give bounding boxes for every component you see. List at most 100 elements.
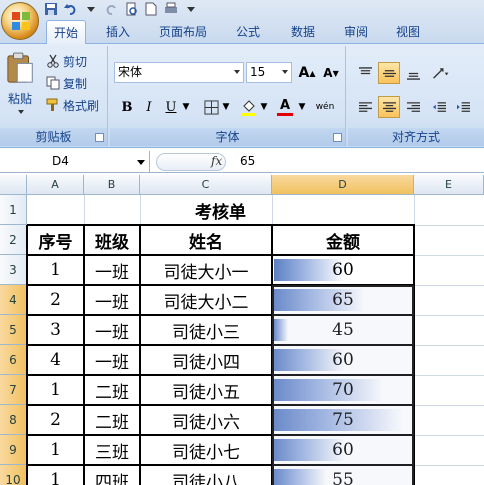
table-cell-name[interactable]: 司徒大小二 <box>140 285 272 315</box>
clipboard-launcher-icon[interactable] <box>95 133 104 142</box>
italic-button[interactable]: I <box>138 96 160 118</box>
undo-dropdown-icon[interactable] <box>84 2 98 16</box>
paste-button[interactable]: 粘贴 <box>4 50 40 122</box>
font-color-swatch <box>277 112 293 116</box>
font-launcher-icon[interactable] <box>333 133 342 142</box>
table-cell-no[interactable]: 1 <box>27 465 84 485</box>
row-header-3[interactable]: 3 <box>0 255 27 285</box>
decrease-indent-button[interactable] <box>428 96 450 118</box>
undo-icon[interactable] <box>64 2 78 16</box>
save-icon[interactable] <box>44 2 58 16</box>
table-cell-no[interactable]: 2 <box>27 405 84 435</box>
customize-qat-icon[interactable] <box>184 2 198 16</box>
name-box[interactable]: D4 <box>0 151 150 173</box>
tab-formulas[interactable]: 公式 <box>228 20 268 44</box>
phonetic-button[interactable]: wén <box>312 96 338 118</box>
print-icon[interactable] <box>164 2 178 16</box>
table-cell-name[interactable]: 司徒小三 <box>140 315 272 345</box>
new-document-icon[interactable] <box>144 2 158 16</box>
font-color-button[interactable]: A <box>274 96 296 118</box>
table-cell-class[interactable]: 二班 <box>84 375 140 405</box>
row-header-6[interactable]: 6 <box>0 345 27 375</box>
table-cell-no[interactable]: 3 <box>27 315 84 345</box>
table-header-cell[interactable]: 序号 <box>27 225 84 255</box>
table-cell-class[interactable]: 三班 <box>84 435 140 465</box>
cut-button[interactable]: 剪切 <box>46 51 87 71</box>
tab-home[interactable]: 开始 <box>46 20 86 45</box>
format-painter-button[interactable]: 格式刷 <box>46 95 99 115</box>
table-header-cell[interactable]: 姓名 <box>140 225 272 255</box>
increase-indent-button[interactable] <box>452 96 474 118</box>
copy-button[interactable]: 复制 <box>46 73 87 93</box>
formula-input[interactable]: 65 <box>240 154 255 168</box>
table-header-cell[interactable]: 金额 <box>272 225 414 255</box>
shrink-font-button[interactable]: A ▼ <box>320 62 342 84</box>
table-cell-name[interactable]: 司徒小七 <box>140 435 272 465</box>
table-cell-name[interactable]: 司徒小四 <box>140 345 272 375</box>
redo-icon[interactable] <box>104 2 118 16</box>
row-header-1[interactable]: 1 <box>0 195 27 225</box>
align-middle-button[interactable] <box>378 62 400 84</box>
borders-dropdown-icon[interactable]: ▼ <box>220 96 232 118</box>
font-size-dropdown[interactable]: 15 <box>246 62 292 83</box>
table-cell-amount[interactable]: 60 <box>272 255 414 285</box>
row-header-2[interactable]: 2 <box>0 225 27 255</box>
name-box-dropdown-icon[interactable] <box>137 160 145 165</box>
paste-dropdown-icon[interactable] <box>18 110 24 114</box>
tab-data[interactable]: 数据 <box>283 20 323 44</box>
align-left-button[interactable] <box>354 96 376 118</box>
row-header-10[interactable]: 10 <box>0 465 27 485</box>
align-bottom-button[interactable] <box>402 62 424 84</box>
select-all-corner[interactable] <box>0 175 27 195</box>
row-header-5[interactable]: 5 <box>0 315 27 345</box>
table-cell-no[interactable]: 4 <box>27 345 84 375</box>
column-header-d[interactable]: D <box>272 175 414 195</box>
table-border <box>26 225 28 485</box>
table-cell-class[interactable]: 二班 <box>84 405 140 435</box>
column-header-b[interactable]: B <box>84 175 140 195</box>
tab-insert[interactable]: 插入 <box>100 20 136 44</box>
font-color-dropdown-icon[interactable]: ▼ <box>296 96 308 118</box>
grow-font-button[interactable]: A ▲ <box>296 62 318 84</box>
table-header-cell[interactable]: 班级 <box>84 225 140 255</box>
table-cell-name[interactable]: 司徒小八 <box>140 465 272 485</box>
align-center-button[interactable] <box>378 96 400 118</box>
align-top-button[interactable] <box>354 62 376 84</box>
orientation-button[interactable] <box>428 62 454 84</box>
table-cell-class[interactable]: 一班 <box>84 315 140 345</box>
table-cell-name[interactable]: 司徒小五 <box>140 375 272 405</box>
row-header-7[interactable]: 7 <box>0 375 27 405</box>
underline-button[interactable]: U <box>160 96 182 118</box>
table-cell-no[interactable]: 1 <box>27 255 84 285</box>
office-button[interactable] <box>1 2 39 40</box>
insert-function-icon[interactable]: fx <box>211 154 222 168</box>
fill-color-dropdown-icon[interactable]: ▼ <box>258 96 270 118</box>
column-header-c[interactable]: C <box>140 175 272 195</box>
row-header-9[interactable]: 9 <box>0 435 27 465</box>
table-cell-name[interactable]: 司徒小六 <box>140 405 272 435</box>
print-preview-icon[interactable] <box>124 2 138 16</box>
table-cell-name[interactable]: 司徒大小一 <box>140 255 272 285</box>
column-header-a[interactable]: A <box>27 175 84 195</box>
tab-view[interactable]: 视图 <box>388 20 428 44</box>
align-right-button[interactable] <box>402 96 424 118</box>
table-cell-class[interactable]: 一班 <box>84 255 140 285</box>
table-cell-no[interactable]: 1 <box>27 435 84 465</box>
bold-button[interactable]: B <box>116 96 138 118</box>
row-header-4[interactable]: 4 <box>0 285 27 315</box>
tab-review[interactable]: 审阅 <box>336 20 376 44</box>
font-name-dropdown[interactable]: 宋体 <box>114 62 244 83</box>
tab-page-layout[interactable]: 页面布局 <box>150 20 216 44</box>
format-painter-label: 格式刷 <box>63 98 100 113</box>
table-cell-class[interactable]: 一班 <box>84 345 140 375</box>
borders-button[interactable] <box>200 96 222 118</box>
table-cell-no[interactable]: 1 <box>27 375 84 405</box>
table-cell-no[interactable]: 2 <box>27 285 84 315</box>
column-header-e[interactable]: E <box>414 175 484 195</box>
underline-dropdown-icon[interactable]: ▼ <box>180 96 192 118</box>
fill-color-button[interactable] <box>238 96 260 118</box>
worksheet-grid[interactable]: A B C D E 1 2 3 4 5 6 7 8 9 10 考核单 序号 班级 姓名 金额 1 一班 司徒大小一 60 2 一班… <box>0 175 484 485</box>
row-header-8[interactable]: 8 <box>0 405 27 435</box>
table-cell-class[interactable]: 一班 <box>84 285 140 315</box>
table-cell-class[interactable]: 四班 <box>84 465 140 485</box>
